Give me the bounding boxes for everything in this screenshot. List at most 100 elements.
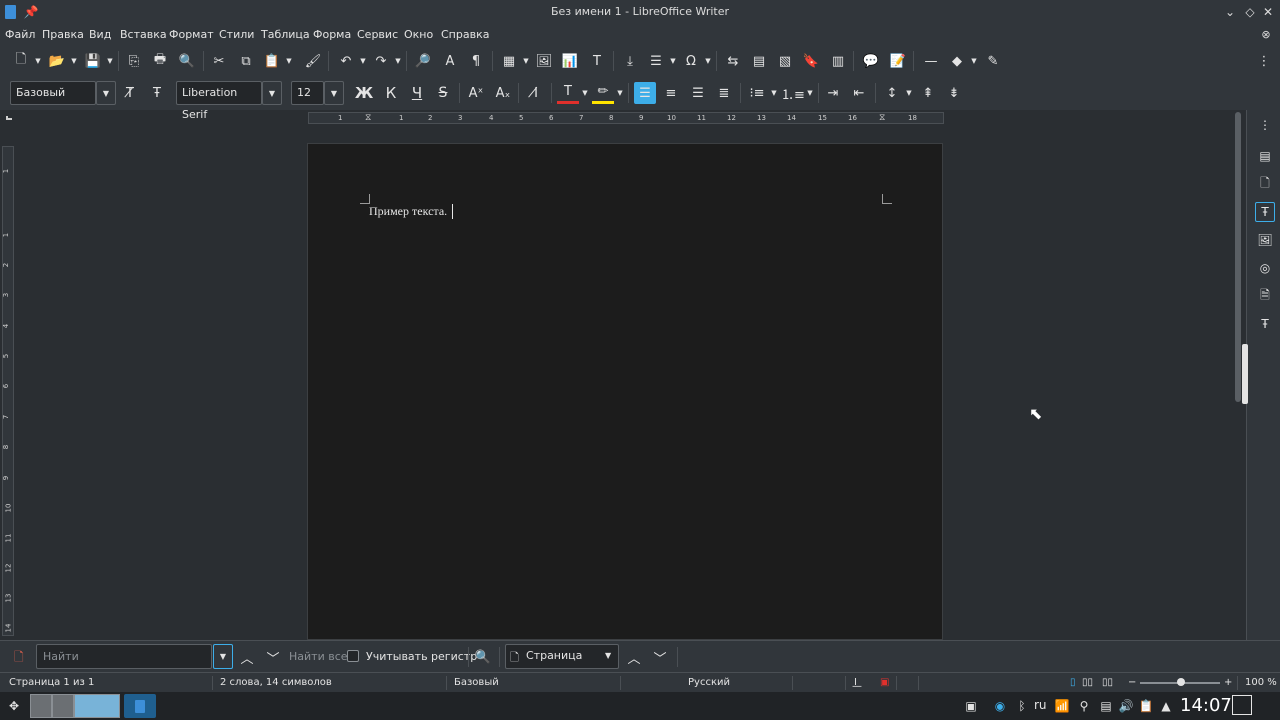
save-icon[interactable]: 💾 (82, 50, 104, 72)
keyboard-layout[interactable]: ru (1034, 698, 1047, 712)
text-language[interactable]: Русский (688, 677, 730, 688)
find-next-icon[interactable]: ﹀ (262, 646, 284, 668)
app-launcher-icon[interactable]: ✥ (6, 698, 22, 714)
scope-next-icon[interactable]: ﹀ (649, 646, 671, 668)
find-replace-dialog-icon[interactable]: 🔍 (472, 646, 494, 668)
style-inspector-icon[interactable]: Ŧ (1255, 314, 1275, 334)
menu-insert[interactable]: Вставка (120, 28, 167, 41)
zoom-out-icon[interactable]: − (1128, 677, 1136, 688)
insert-textbox-icon[interactable]: T (586, 50, 608, 72)
menu-table[interactable]: Таблица (261, 28, 310, 41)
close-find-bar-icon[interactable]: 🗋 (14, 648, 24, 669)
find-replace-icon[interactable]: 🔎 (412, 50, 434, 72)
insert-chart-icon[interactable]: 📊 (559, 50, 581, 72)
book-view-icon[interactable]: ▯▯ (1102, 677, 1113, 688)
bullet-list-dropdown[interactable]: ▼ (770, 82, 778, 104)
cut-icon[interactable]: ✂ (208, 50, 230, 72)
menu-help[interactable]: Справка (441, 28, 489, 41)
toolbar-overflow-icon[interactable]: ⋮ (1253, 50, 1275, 72)
menu-window[interactable]: Окно (404, 28, 433, 41)
new-dropdown[interactable]: ▼ (34, 50, 42, 72)
right-indent-marker[interactable]: ⧖ (879, 113, 885, 123)
underline-button[interactable]: Ч (406, 82, 428, 104)
align-center-button[interactable]: ≡ (660, 82, 682, 104)
virtual-desktop-1[interactable] (30, 694, 52, 718)
menu-form[interactable]: Форма (313, 28, 351, 41)
search-scope-combo[interactable]: Страница (505, 644, 619, 669)
strikethrough-button[interactable]: S (432, 82, 454, 104)
insert-field-icon[interactable]: ☰ (645, 50, 667, 72)
export-pdf-icon[interactable]: ⎘ (123, 50, 145, 72)
menu-format[interactable]: Формат (169, 28, 214, 41)
close-window-button[interactable]: ✕ (1260, 4, 1276, 20)
tray-expand-icon[interactable]: ▲ (1158, 698, 1174, 714)
increase-indent-icon[interactable]: ⇥ (822, 82, 844, 104)
undo-dropdown[interactable]: ▼ (359, 50, 367, 72)
font-color-dropdown[interactable]: ▼ (581, 82, 589, 104)
redo-dropdown[interactable]: ▼ (394, 50, 402, 72)
clipboard-icon[interactable]: 📋 (1138, 698, 1154, 714)
undo-icon[interactable]: ↶ (335, 50, 357, 72)
highlight-color-icon[interactable]: ✏ (592, 82, 614, 104)
formatting-marks-icon[interactable]: ¶ (465, 50, 487, 72)
manage-changes-icon[interactable]: 🗎 (1255, 286, 1275, 306)
menu-styles[interactable]: Стили (219, 28, 254, 41)
scrollbar-thumb[interactable] (1235, 112, 1241, 402)
superscript-icon[interactable]: Aˣ (465, 82, 487, 104)
clone-formatting-icon[interactable]: 🖌 (302, 50, 324, 72)
align-left-button[interactable]: ☰ (634, 82, 656, 104)
volume-icon[interactable]: 🔊 (1118, 698, 1134, 714)
font-color-icon[interactable]: T (557, 82, 579, 104)
align-right-button[interactable]: ☰ (687, 82, 709, 104)
highlight-dropdown[interactable]: ▼ (616, 82, 624, 104)
increase-paragraph-spacing-icon[interactable]: ⇞ (917, 82, 939, 104)
close-document-icon[interactable]: ⊗ (1258, 27, 1274, 43)
paste-dropdown[interactable]: ▼ (285, 50, 293, 72)
vertical-ruler[interactable]: 1 1 2 3 4 5 6 7 8 9 10 11 12 13 14 (2, 146, 14, 636)
cpu-monitor-icon[interactable]: ▣ (963, 698, 979, 714)
minimize-button[interactable]: ⌄ (1222, 4, 1238, 20)
menu-edit[interactable]: Правка (42, 28, 84, 41)
decrease-paragraph-spacing-icon[interactable]: ⇟ (943, 82, 965, 104)
page-style[interactable]: Базовый (454, 677, 499, 688)
font-size-combo[interactable]: 12 (291, 81, 324, 105)
special-char-dropdown[interactable]: ▼ (704, 50, 712, 72)
multi-page-view-icon[interactable]: ▯▯ (1082, 677, 1093, 688)
spelling-icon[interactable]: A (439, 50, 461, 72)
virtual-desktop-3[interactable] (74, 694, 120, 718)
sidebar-collapse-handle[interactable] (1242, 344, 1248, 404)
zoom-in-icon[interactable]: + (1224, 677, 1232, 688)
find-input[interactable]: Найти (36, 644, 212, 669)
show-desktop-button[interactable] (1232, 695, 1252, 715)
decrease-indent-icon[interactable]: ⇤ (848, 82, 870, 104)
task-writer[interactable] (124, 694, 156, 718)
update-notifier-icon[interactable]: ◉ (992, 698, 1008, 714)
bullet-list-icon[interactable]: ⁝≡ (746, 82, 768, 104)
open-icon[interactable]: 📂 (46, 50, 68, 72)
menu-view[interactable]: Вид (89, 28, 111, 41)
numbered-list-icon[interactable]: ⒈≡ (781, 82, 805, 104)
scope-previous-icon[interactable]: ︿ (623, 646, 645, 668)
font-name-combo[interactable]: Liberation Serif (176, 81, 262, 121)
basic-shapes-icon[interactable]: ◆ (946, 50, 968, 72)
wifi-icon[interactable]: 📶 (1054, 698, 1070, 714)
line-spacing-icon[interactable]: ↕ (881, 82, 903, 104)
network-icon[interactable]: ⚲ (1076, 698, 1092, 714)
special-character-icon[interactable]: Ω (680, 50, 702, 72)
update-style-icon[interactable]: T̸ (119, 82, 141, 104)
gallery-icon[interactable]: 🖼 (1255, 230, 1275, 250)
page-icon[interactable]: 🗋 (1255, 174, 1275, 194)
font-size-dropdown[interactable]: ▼ (324, 81, 344, 105)
zoom-level[interactable]: 100 % (1245, 677, 1277, 688)
virtual-desktop-2[interactable] (52, 694, 74, 718)
justify-button[interactable]: ≣ (713, 82, 735, 104)
single-page-view-icon[interactable]: ▯ (1070, 677, 1076, 688)
paste-icon[interactable]: 📋 (261, 50, 283, 72)
left-indent-marker[interactable]: ⧖ (365, 113, 371, 123)
paragraph-style-dropdown[interactable]: ▼ (96, 81, 116, 105)
hyperlink-icon[interactable]: ⇆ (722, 50, 744, 72)
insert-line-icon[interactable]: — (920, 50, 942, 72)
properties-icon[interactable]: ▤ (1255, 146, 1275, 166)
shapes-dropdown[interactable]: ▼ (970, 50, 978, 72)
font-name-dropdown[interactable]: ▼ (262, 81, 282, 105)
